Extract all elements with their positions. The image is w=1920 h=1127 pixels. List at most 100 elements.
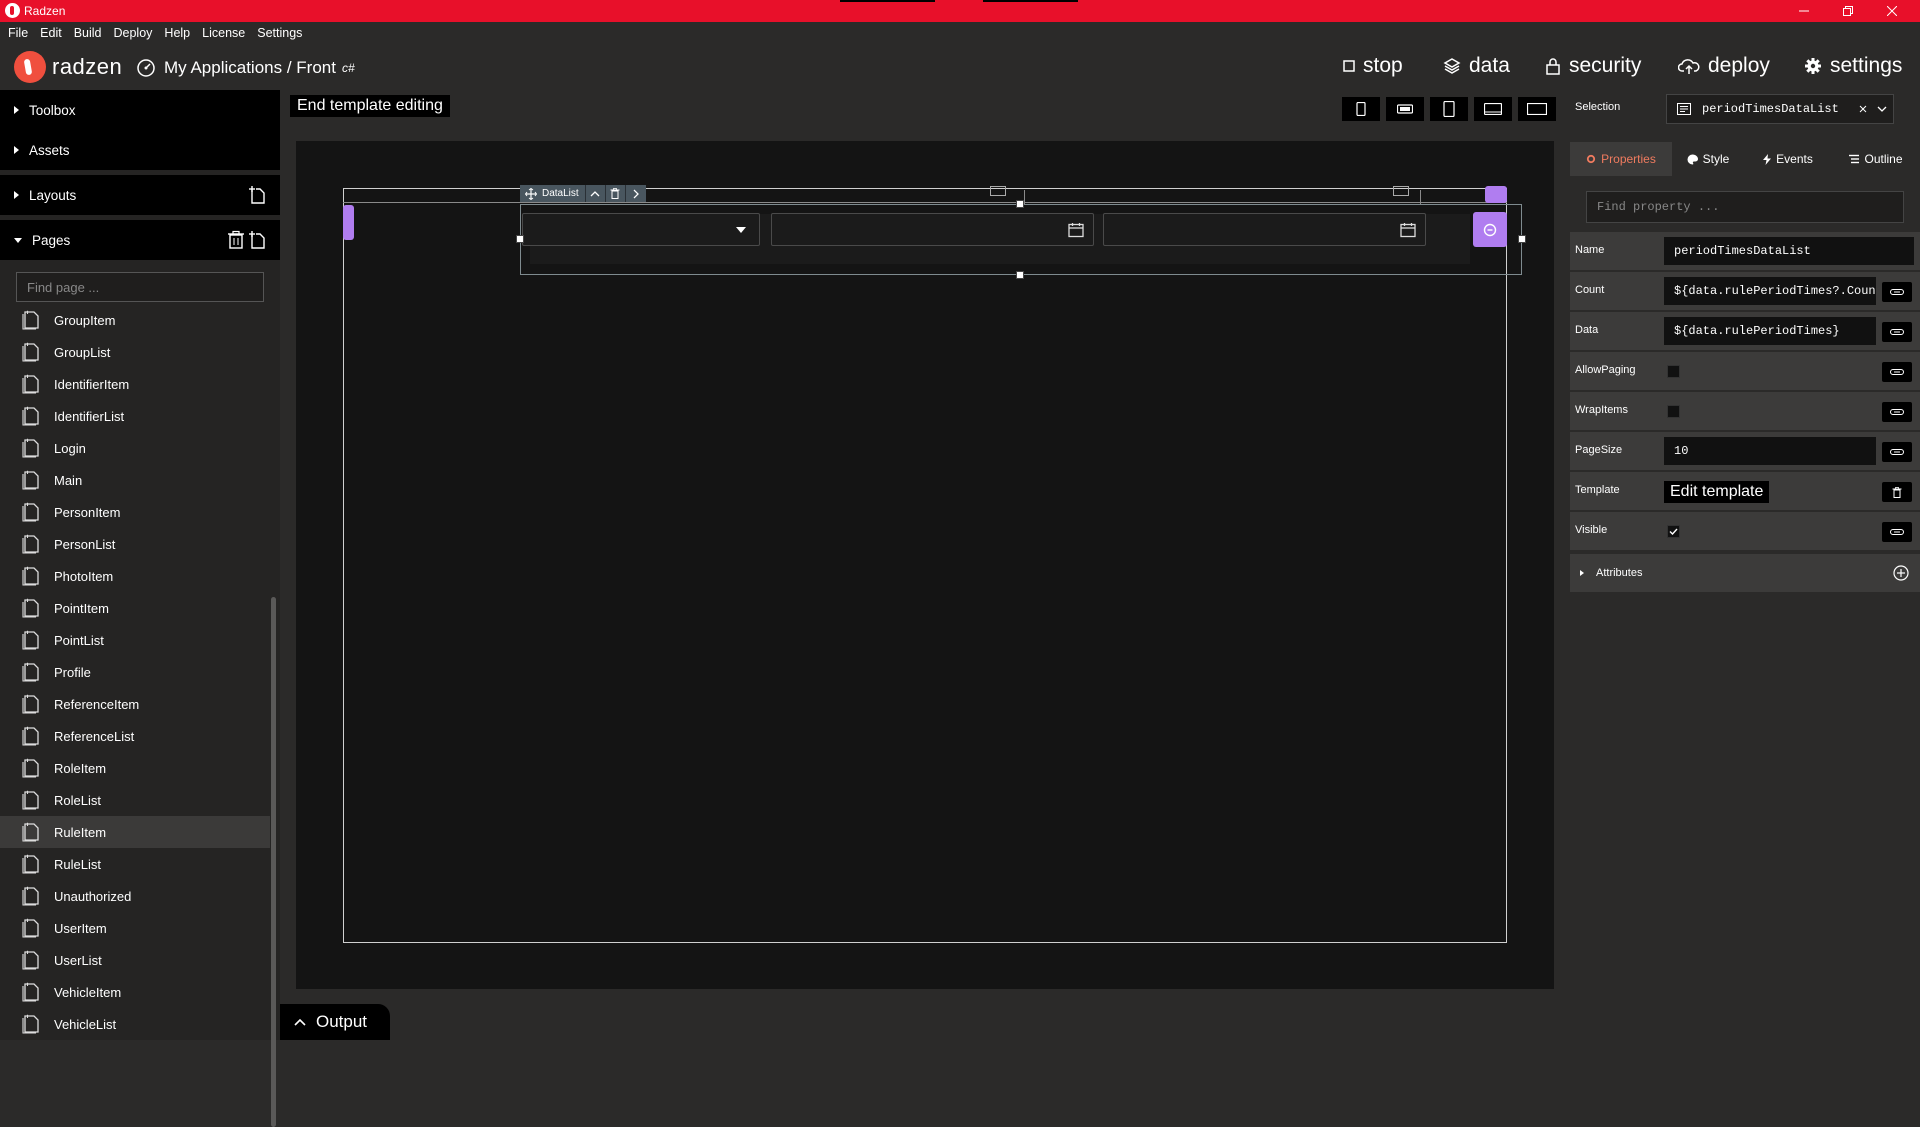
add-page-icon[interactable]	[248, 230, 268, 250]
logo-text[interactable]: radzen	[52, 54, 122, 80]
page-item[interactable]: PointList	[0, 624, 270, 656]
chevron-down-icon[interactable]	[1877, 106, 1887, 112]
divider	[1024, 190, 1025, 204]
output-panel-toggle[interactable]: Output	[280, 1004, 390, 1040]
page-item[interactable]: UserList	[0, 944, 270, 976]
clear-icon[interactable]	[1859, 105, 1867, 113]
radzen-logo-icon[interactable]	[14, 51, 46, 83]
allowpaging-checkbox[interactable]	[1667, 365, 1680, 378]
page-item[interactable]: RoleItem	[0, 752, 270, 784]
resize-handle-bottom[interactable]	[1016, 271, 1024, 279]
data-bind-button[interactable]	[1882, 322, 1912, 342]
resize-handle-top[interactable]	[1016, 200, 1024, 208]
find-page-input[interactable]	[16, 272, 264, 302]
delete-page-icon[interactable]	[226, 230, 246, 250]
page-design-frame[interactable]	[343, 188, 1507, 943]
settings-button[interactable]: settings	[1804, 54, 1902, 78]
page-item[interactable]: PhotoItem	[0, 560, 270, 592]
component-edge-handle[interactable]	[1485, 186, 1507, 203]
page-item[interactable]: GroupItem	[0, 304, 270, 336]
security-button[interactable]: security	[1545, 54, 1641, 78]
page-item[interactable]: VehicleList	[0, 1008, 270, 1040]
page-item[interactable]: RuleItem	[0, 816, 270, 848]
page-item[interactable]: Login	[0, 432, 270, 464]
breadcrumb[interactable]: My Applications / Front c#	[136, 58, 355, 78]
wrapitems-bind-button[interactable]	[1882, 402, 1912, 422]
page-item[interactable]: VehicleItem	[0, 976, 270, 1008]
page-item[interactable]: PersonList	[0, 528, 270, 560]
template-delete-button[interactable]	[1882, 482, 1912, 502]
device-tablet-button[interactable]	[1430, 97, 1468, 121]
layouts-section[interactable]: Layouts	[0, 175, 280, 215]
menu-license[interactable]: License	[202, 26, 245, 40]
count-bind-button[interactable]	[1882, 282, 1912, 302]
pages-section[interactable]: Pages	[0, 220, 280, 260]
name-input[interactable]: periodTimesDataList	[1664, 237, 1914, 265]
page-item[interactable]: IdentifierItem	[0, 368, 270, 400]
page-item[interactable]: PointItem	[0, 592, 270, 624]
template-datepicker-start[interactable]	[771, 213, 1094, 246]
allowpaging-bind-button[interactable]	[1882, 362, 1912, 382]
page-item[interactable]: ReferenceList	[0, 720, 270, 752]
sidebar-scrollbar[interactable]	[271, 597, 276, 1127]
page-item[interactable]: Main	[0, 464, 270, 496]
page-item[interactable]: Unauthorized	[0, 880, 270, 912]
delete-component-button[interactable]	[606, 185, 626, 202]
page-item[interactable]: UserItem	[0, 912, 270, 944]
menu-help[interactable]: Help	[164, 26, 190, 40]
end-template-editing-button[interactable]: End template editing	[290, 95, 450, 117]
selection-dropdown[interactable]: periodTimesDataList	[1666, 94, 1894, 124]
component-edge-handle[interactable]	[343, 205, 354, 240]
attributes-section[interactable]: Attributes	[1570, 554, 1920, 592]
data-input[interactable]: ${data.rulePeriodTimes}	[1664, 317, 1876, 345]
page-item[interactable]: IdentifierList	[0, 400, 270, 432]
minimize-button[interactable]	[1782, 0, 1826, 22]
template-datepicker-end[interactable]	[1103, 213, 1426, 246]
menu-file[interactable]: File	[8, 26, 28, 40]
assets-section[interactable]: Assets	[0, 130, 280, 170]
datalist-drag-handle[interactable]: DataList	[520, 185, 586, 202]
page-item[interactable]: GroupList	[0, 336, 270, 368]
pagesize-bind-button[interactable]	[1882, 442, 1912, 462]
add-attribute-icon[interactable]	[1893, 565, 1909, 581]
menu-settings[interactable]: Settings	[257, 26, 302, 40]
visible-bind-button[interactable]	[1882, 522, 1912, 542]
toolbox-section[interactable]: Toolbox	[0, 90, 280, 130]
menu-edit[interactable]: Edit	[40, 26, 62, 40]
edit-template-button[interactable]: Edit template	[1664, 481, 1770, 503]
count-input[interactable]: ${data.rulePeriodTimes?.Count}	[1664, 277, 1876, 305]
device-desktop-button[interactable]	[1518, 97, 1556, 121]
select-parent-button[interactable]	[586, 185, 606, 202]
page-item-label: RuleList	[54, 856, 101, 872]
close-window-button[interactable]	[1870, 0, 1914, 22]
tab-properties[interactable]: Properties	[1570, 142, 1672, 176]
page-item[interactable]: Profile	[0, 656, 270, 688]
menu-deploy[interactable]: Deploy	[114, 26, 153, 40]
page-item[interactable]: ReferenceItem	[0, 688, 270, 720]
page-item[interactable]: RuleList	[0, 848, 270, 880]
find-property-input[interactable]	[1586, 191, 1904, 223]
page-item[interactable]: PersonItem	[0, 496, 270, 528]
tab-outline[interactable]: Outline	[1832, 142, 1920, 176]
device-phone-landscape-button[interactable]	[1386, 97, 1424, 121]
template-remove-button[interactable]	[1473, 212, 1507, 247]
wrapitems-checkbox[interactable]	[1667, 405, 1680, 418]
menu-build[interactable]: Build	[74, 26, 102, 40]
pagesize-input[interactable]: 10	[1664, 437, 1876, 465]
tab-events[interactable]: Events	[1744, 142, 1832, 176]
page-item[interactable]: RoleList	[0, 784, 270, 816]
resize-handle-right[interactable]	[1518, 235, 1526, 243]
visible-checkbox[interactable]	[1667, 525, 1680, 538]
device-phone-button[interactable]	[1342, 97, 1380, 121]
tab-style[interactable]: Style	[1672, 142, 1744, 176]
deploy-button[interactable]: deploy	[1678, 54, 1770, 78]
select-child-button[interactable]	[626, 185, 646, 202]
device-tablet-landscape-button[interactable]	[1474, 97, 1512, 121]
layouts-label: Layouts	[29, 187, 77, 203]
stop-button[interactable]: stop	[1343, 54, 1403, 78]
restore-button[interactable]	[1826, 0, 1870, 22]
resize-handle-left[interactable]	[516, 235, 524, 243]
add-layout-icon[interactable]	[248, 185, 268, 205]
template-dropdown[interactable]	[522, 213, 760, 246]
data-button[interactable]: data	[1443, 54, 1510, 78]
